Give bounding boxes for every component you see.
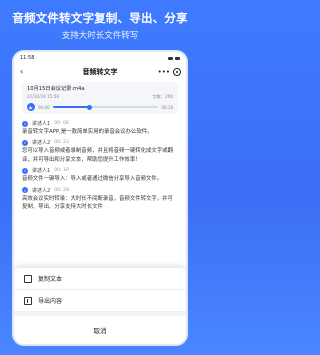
segment-text: 高效会议实时转录：大时长不间断录音，音频文件转文字，并可复制、导出、分享支持大时…: [22, 195, 173, 211]
segment-time: 00: 23: [54, 140, 69, 146]
duration-time: 00:16: [161, 104, 173, 110]
export-icon: [24, 296, 32, 305]
speaker-name: 讲述人2: [32, 187, 51, 194]
export-content-label: 导出内容: [38, 298, 63, 305]
segment-text: 您可以导入音频或者录制音频，并且将音频一键转化成文字或翻译，并可导出和分享文本，…: [22, 148, 173, 163]
transcript-segment[interactable]: ✓ 讲述人1 00: 06 录音转文字APP,是一款简单实用的录音会议办公软件。: [22, 120, 178, 136]
speaker-row: ✓ 讲述人1 00: 06: [22, 120, 178, 127]
cancel-button[interactable]: 取消: [14, 316, 186, 344]
audio-file-card: 10月15日会议记录.m4a 21/10/29 15:50 字数：200 ▶ 0…: [22, 82, 178, 114]
promo-title: 音频文件转文字复制、导出、分享: [12, 11, 188, 25]
progress-knob[interactable]: [87, 104, 93, 110]
transcript-segment[interactable]: ✓ 讲述人2 00: 23 您可以导入音频或者录制音频，并且将音频一键转化成文字…: [22, 139, 178, 164]
segment-time: 00: 10: [54, 168, 69, 174]
status-time: 11:58: [20, 55, 35, 61]
play-icon[interactable]: ▶: [27, 103, 35, 111]
speaker-name: 讲述人1: [32, 168, 51, 175]
battery-icon: [175, 56, 180, 60]
speaker-name: 讲述人2: [32, 140, 51, 147]
current-time: 00:00: [38, 104, 50, 110]
copy-text-button[interactable]: 复制文本: [14, 268, 186, 290]
transcript-segment[interactable]: ✓ 讲述人2 00: 28 高效会议实时转录：大时长不间断录音，音频文件转文字，…: [22, 187, 178, 212]
more-horizontal-icon[interactable]: •••: [158, 67, 170, 77]
transcript-segment[interactable]: ✓ 讲述人1 00: 10 音频文件一键导入：导入或者通过微信分享导入音频文件。: [22, 167, 178, 183]
segment-time: 00: 28: [54, 187, 69, 193]
progress-slider[interactable]: [52, 104, 159, 110]
copy-icon: [24, 274, 32, 283]
status-bar: 11:58: [14, 52, 186, 64]
segment-text: 音频文件一键导入：导入或者通过微信分享导入音频文件。: [22, 176, 163, 183]
progress-fill: [52, 106, 90, 108]
status-icons: [168, 56, 180, 60]
speaker-row: ✓ 讲述人1 00: 10: [22, 167, 178, 174]
record-icon[interactable]: [173, 68, 181, 76]
chevron-left-icon[interactable]: ‹: [20, 67, 23, 77]
speaker-row: ✓ 讲述人2 00: 28: [22, 187, 178, 194]
audio-player: ▶ 00:00 00:16: [27, 103, 173, 111]
export-content-button[interactable]: 导出内容: [14, 290, 186, 312]
speaker-row: ✓ 讲述人2 00: 23: [22, 139, 178, 146]
phone-screen: 11:58 ‹ 音频转文字 ••• 10月15日会议记录.m4a 21/10/2…: [12, 50, 188, 346]
copy-text-label: 复制文本: [38, 276, 63, 283]
promo-subtitle: 支持大时长文件转写: [61, 31, 139, 41]
action-sheet: 复制文本 导出内容 取消: [14, 268, 186, 344]
check-icon[interactable]: ✓: [22, 139, 28, 146]
check-icon[interactable]: ✓: [22, 167, 28, 174]
file-word-count: 字数：200: [152, 94, 173, 99]
check-icon[interactable]: ✓: [22, 120, 28, 127]
file-meta: 21/10/29 15:50 字数：200: [27, 94, 173, 100]
transcript-list: ✓ 讲述人1 00: 06 录音转文字APP,是一款简单实用的录音会议办公软件。…: [14, 114, 186, 211]
check-icon[interactable]: ✓: [22, 187, 28, 194]
app-bar: ‹ 音频转文字 •••: [14, 64, 186, 80]
page-title: 音频转文字: [82, 68, 118, 76]
file-name: 10月15日会议记录.m4a: [27, 86, 85, 92]
file-date: 21/10/29 15:50: [27, 94, 60, 99]
speaker-name: 讲述人1: [32, 121, 51, 127]
segment-time: 00: 06: [54, 121, 69, 126]
segment-text: 录音转文字APP,是一款简单实用的录音会议办公软件。: [22, 129, 153, 135]
signal-icon: [168, 56, 173, 60]
